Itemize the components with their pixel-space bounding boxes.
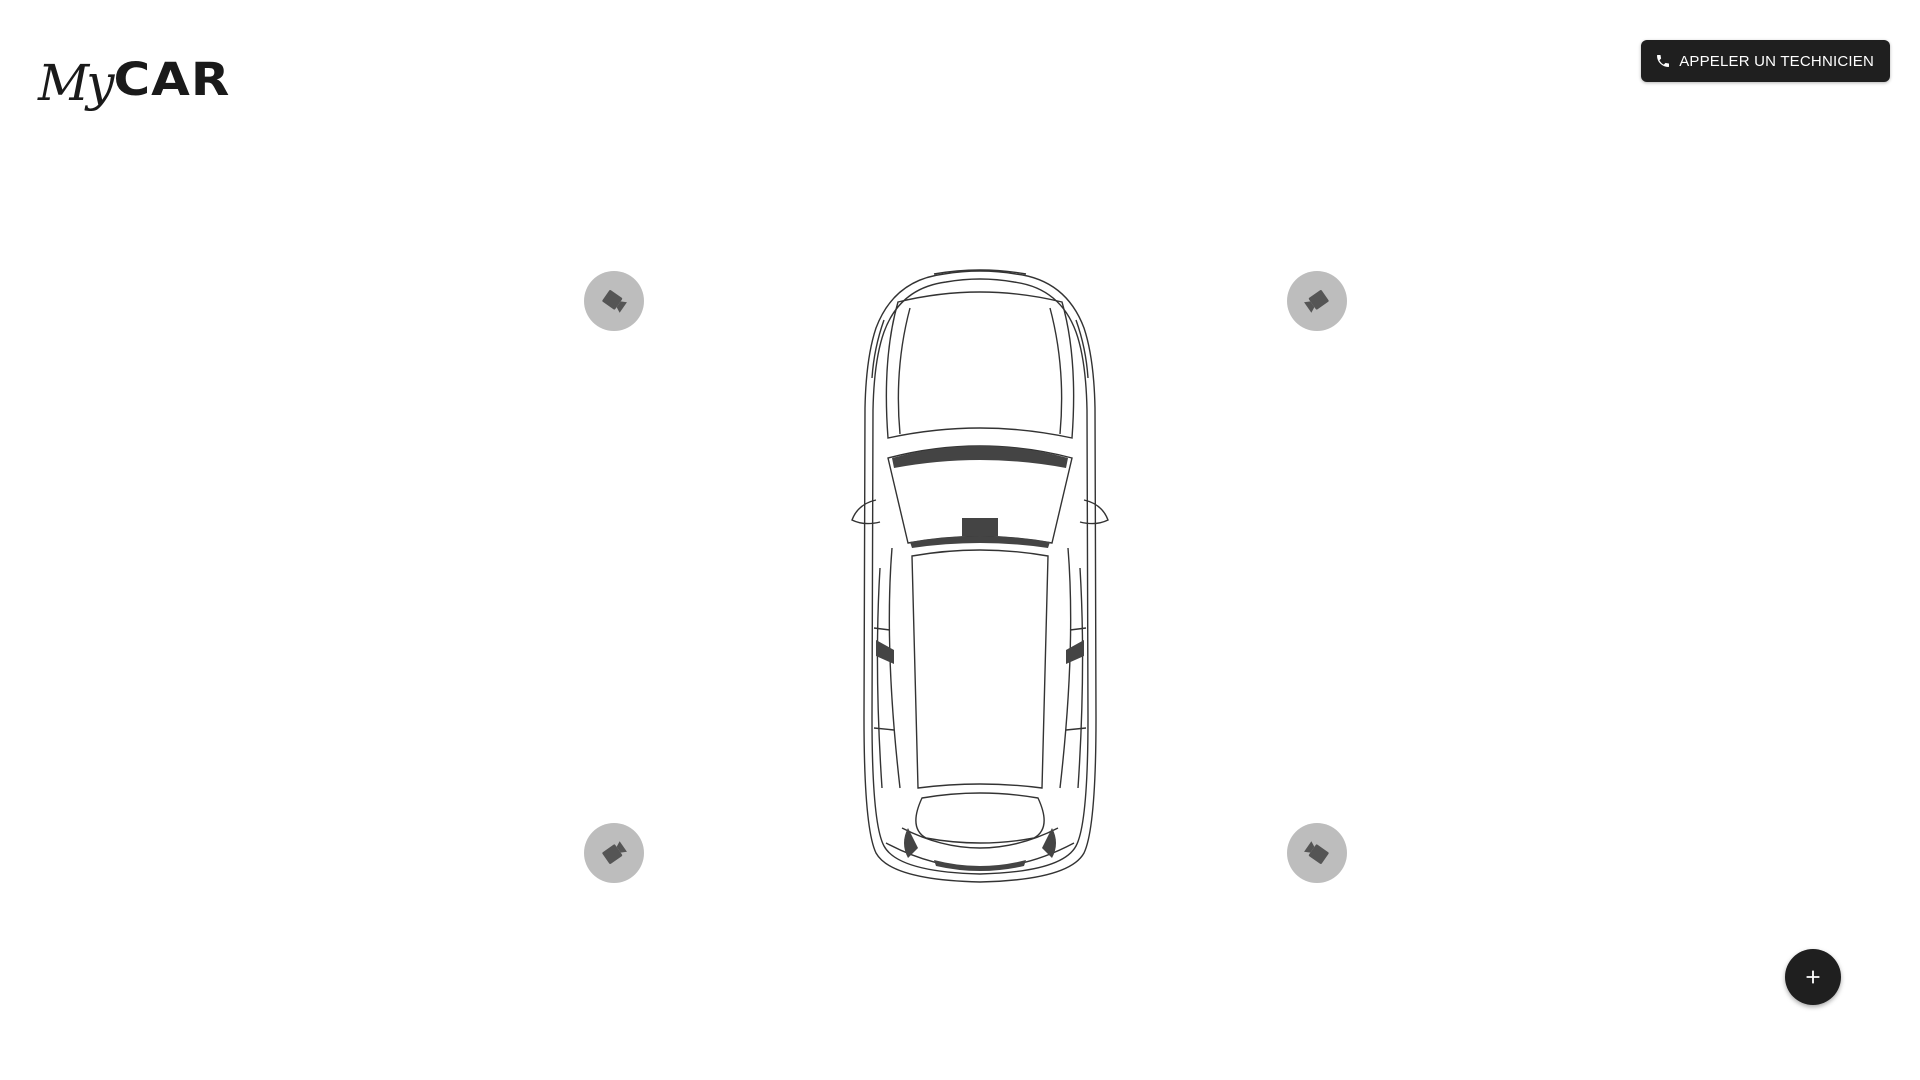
camera-button-rear-right[interactable] [1287,823,1347,883]
camera-tag-icon [1304,290,1329,313]
phone-icon [1657,55,1670,67]
logo-my: My [38,54,114,112]
camera-button-rear-left[interactable] [584,823,644,883]
add-button[interactable] [1785,949,1841,1005]
camera-button-front-right[interactable] [1287,271,1347,331]
camera-tag-icon [602,841,627,864]
plus-icon [1806,970,1820,984]
camera-tag-icon [602,290,627,313]
camera-button-front-left[interactable] [584,271,644,331]
car-top-view [851,269,1109,883]
call-technician-button[interactable]: APPELER UN TECHNICIEN [1641,40,1890,82]
logo-car: CAR [113,53,231,106]
camera-tag-icon [1304,841,1329,864]
call-technician-label: APPELER UN TECHNICIEN [1679,52,1874,70]
page: My CAR APPELER UN TECHNICIEN [0,0,1920,1080]
app-logo[interactable]: My CAR [38,32,231,108]
